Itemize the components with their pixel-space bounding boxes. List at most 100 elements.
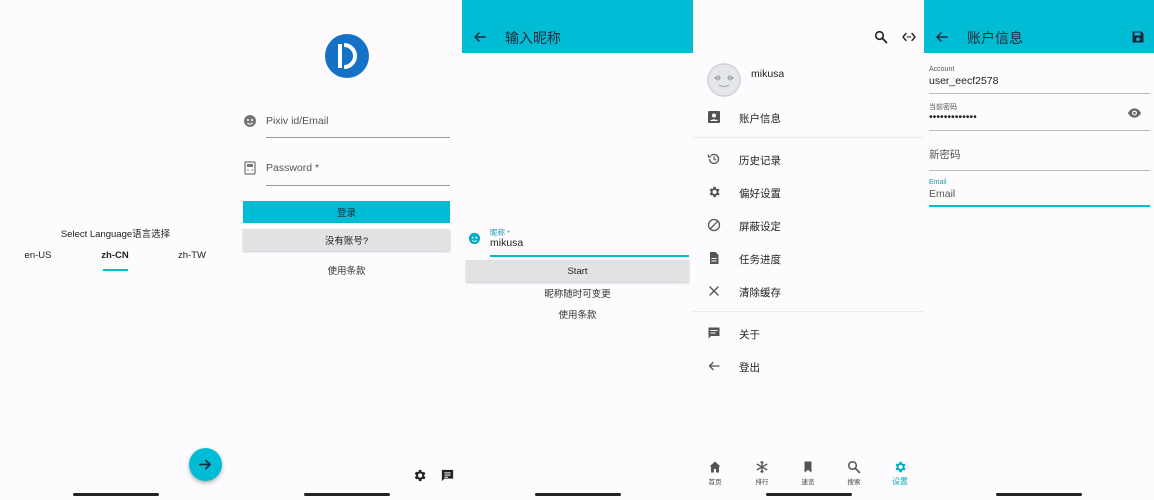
menu-item-label: 关于: [739, 329, 760, 341]
arrow-left-icon: [708, 361, 720, 371]
avatar-face-icon: [707, 63, 741, 97]
new-password-input[interactable]: 新密码: [929, 147, 961, 162]
gear-icon[interactable]: [412, 468, 427, 483]
language-option-zh-cn[interactable]: zh-CN: [85, 250, 145, 261]
nav-home[interactable]: 首页: [695, 460, 735, 486]
language-select-title: Select Language语言选择: [60, 229, 171, 240]
nav-label: 首页: [708, 479, 722, 486]
account-underline: [929, 93, 1150, 94]
eye-icon[interactable]: [1127, 107, 1142, 119]
terms-link[interactable]: 使用条款: [462, 307, 693, 321]
nickname-screen: 输入昵称 昵称 * mikusa Start 昵称随时可变更 使用条款: [462, 0, 693, 500]
next-fab-button[interactable]: [189, 448, 222, 481]
home-indicator: [303, 493, 390, 496]
nav-label: 设置: [892, 477, 908, 486]
language-option-zh-tw[interactable]: zh-TW: [162, 250, 222, 261]
password-icon: [244, 161, 256, 175]
terms-link[interactable]: 使用条款: [231, 263, 462, 277]
search-icon[interactable]: [874, 30, 888, 44]
page-title: 输入昵称: [505, 31, 561, 47]
nickname-input[interactable]: mikusa: [490, 237, 523, 249]
username-label: mikusa: [751, 68, 785, 80]
back-arrow-icon[interactable]: [472, 29, 488, 45]
user-face-icon: [468, 232, 481, 245]
menu-item-label: 清除缓存: [739, 287, 781, 299]
login-screen: Pixiv id/Email Password * 登录 没有账号? 使用条款: [231, 0, 462, 500]
nav-settings[interactable]: 设置: [880, 460, 920, 487]
menu-item-account[interactable]: 账户信息: [693, 103, 924, 131]
nav-ranking[interactable]: 排行: [742, 460, 782, 486]
menu-item-preferences[interactable]: 偏好设置: [693, 178, 924, 206]
gear-icon: [895, 461, 906, 473]
bookmark-icon: [804, 461, 812, 473]
divider: [693, 137, 924, 138]
arrow-right-icon: [199, 459, 211, 470]
document-icon: [710, 252, 719, 264]
username-underline: [266, 137, 450, 138]
home-icon: [709, 461, 721, 473]
message-icon: [708, 327, 720, 339]
account-box-icon: [708, 111, 720, 123]
current-password-underline: [929, 130, 1150, 131]
no-account-button[interactable]: 没有账号?: [243, 229, 450, 251]
nickname-underline: [490, 255, 689, 257]
home-indicator: [534, 493, 621, 496]
account-info-screen: 账户信息 Account user_eecf2578 当前密码 ••••••••…: [924, 0, 1154, 500]
nickname-hint: 昵称随时可变更: [544, 289, 611, 300]
menu-item-label: 账户信息: [739, 113, 781, 125]
app-bar: 账户信息: [924, 0, 1154, 53]
menu-item-label: 任务进度: [739, 254, 781, 266]
email-label: Email: [929, 179, 947, 186]
menu-item-label: 历史记录: [739, 155, 781, 167]
nav-label: 搜索: [847, 479, 861, 486]
menu-item-tasks[interactable]: 任务进度: [693, 244, 924, 272]
current-password-input[interactable]: •••••••••••••: [929, 111, 977, 123]
language-select-screen: Select Language语言选择 en-US zh-CN zh-TW: [0, 0, 231, 500]
user-face-icon: [244, 115, 256, 127]
home-indicator: [996, 493, 1082, 496]
menu-item-history[interactable]: 历史记录: [693, 145, 924, 173]
nav-label: 速览: [801, 479, 815, 486]
settings-screen: mikusa 账户信息 历史记录 偏好设置 屏蔽设定 任务进度 清除缓存 关于 …: [693, 0, 924, 500]
menu-item-block-settings[interactable]: 屏蔽设定: [693, 211, 924, 239]
code-icon[interactable]: [902, 30, 916, 44]
menu-item-about[interactable]: 关于: [693, 319, 924, 347]
gear-icon: [709, 186, 720, 198]
new-password-underline: [929, 170, 1150, 171]
password-input[interactable]: Password *: [266, 162, 319, 174]
divider: [693, 311, 924, 312]
home-indicator: [72, 493, 159, 496]
start-button[interactable]: Start: [466, 260, 689, 282]
pixiv-logo-icon: [338, 43, 357, 69]
menu-item-clear-cache[interactable]: 清除缓存: [693, 277, 924, 305]
feedback-icon[interactable]: [440, 468, 455, 483]
menu-item-label: 偏好设置: [739, 188, 781, 200]
save-icon[interactable]: [1131, 30, 1145, 44]
search-icon: [847, 460, 861, 474]
page-title: 账户信息: [967, 31, 1023, 47]
email-input[interactable]: Email: [929, 188, 955, 200]
close-icon: [709, 286, 719, 296]
account-label: Account: [929, 66, 955, 73]
menu-item-label: 登出: [739, 362, 760, 374]
home-indicator: [765, 493, 852, 496]
password-underline: [266, 185, 450, 186]
menu-item-label: 屏蔽设定: [739, 221, 781, 233]
avatar[interactable]: [707, 63, 741, 97]
login-button[interactable]: 登录: [243, 201, 450, 223]
history-icon: [707, 153, 720, 165]
language-option-en-us[interactable]: en-US: [8, 250, 68, 261]
nav-bookmarks[interactable]: 速览: [788, 460, 828, 486]
app-bar: 输入昵称: [462, 0, 693, 53]
block-icon: [707, 218, 721, 232]
nav-label: 排行: [755, 479, 769, 486]
email-underline: [929, 205, 1150, 207]
back-arrow-icon[interactable]: [934, 29, 950, 45]
snowflake-icon: [756, 461, 768, 473]
account-value: user_eecf2578: [929, 75, 999, 87]
language-selected-indicator: [103, 269, 128, 271]
menu-item-logout[interactable]: 登出: [693, 352, 924, 380]
username-input[interactable]: Pixiv id/Email: [266, 115, 328, 127]
nav-search[interactable]: 搜索: [834, 460, 874, 486]
app-logo: [325, 34, 369, 78]
